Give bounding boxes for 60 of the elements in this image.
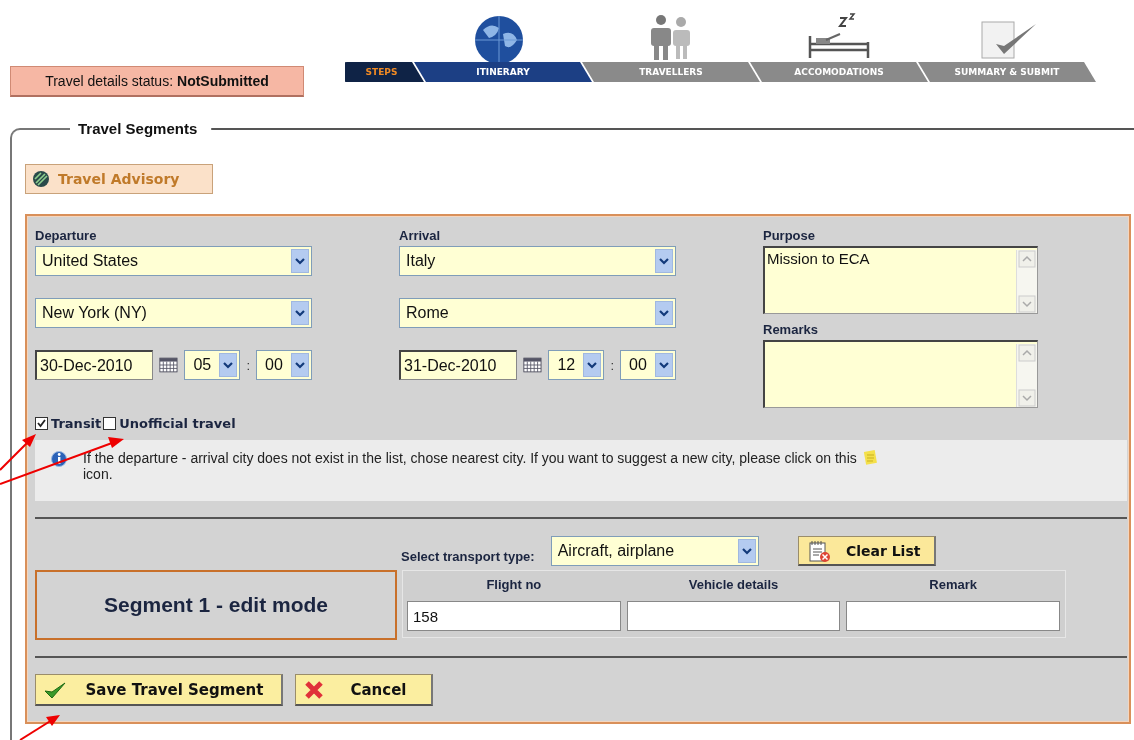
city-select[interactable]: New York (NY): [35, 298, 312, 328]
scroll-up-icon[interactable]: [1017, 250, 1037, 268]
caret-icon: [583, 353, 602, 377]
time-separator: :: [610, 357, 614, 373]
info-text: If the departure - arrival city does not exist in the list, chose nearest city. If you want to suggest a new city, please click on this: [83, 450, 857, 466]
caret-icon: [655, 249, 673, 273]
cancel-button[interactable]: Cancel: [295, 674, 433, 706]
caret-icon: [291, 249, 309, 273]
checkbox[interactable]: [103, 416, 117, 430]
clear-list-button[interactable]: Clear List: [797, 536, 936, 566]
caret-icon: [219, 353, 238, 377]
minute-select[interactable]: 00: [620, 350, 676, 380]
date-field[interactable]: 30-Dec-2010: [35, 350, 154, 380]
city-select[interactable]: Rome: [399, 298, 676, 328]
scroll-up-icon[interactable]: [1017, 344, 1037, 362]
minute-select[interactable]: 00: [256, 350, 312, 380]
cross-icon: [304, 679, 324, 700]
pointer-arrow: [19, 715, 60, 740]
caret-icon: [291, 301, 309, 325]
column-header: Flight no: [485, 577, 543, 594]
field-label: Remarks: [763, 322, 819, 339]
country-select[interactable]: United States: [35, 246, 312, 276]
date-field[interactable]: 31-Dec-2010: [399, 350, 518, 380]
transport-select[interactable]: Aircraft, airplane: [550, 536, 759, 566]
scroll-down-icon[interactable]: [1017, 389, 1037, 407]
text-field[interactable]: [626, 601, 841, 631]
info-text: icon.: [83, 466, 114, 482]
hour-select[interactable]: 12: [548, 350, 605, 380]
status-banner: Travel details status: NotSubmitted: [10, 66, 304, 97]
globe-icon: [32, 170, 50, 188]
save-button[interactable]: Save Travel Segment: [35, 674, 283, 706]
scroll-down-icon[interactable]: [1017, 295, 1037, 313]
field-label: Select transport type:: [401, 548, 535, 564]
time-separator: :: [246, 357, 250, 373]
caret-icon: [737, 539, 756, 563]
hour-select[interactable]: 05: [184, 350, 241, 380]
purpose-field[interactable]: Mission to ECA: [763, 246, 1038, 314]
field-label: Arrival: [399, 228, 442, 245]
caret-icon: [291, 353, 309, 377]
step-tab[interactable]: ITINERARY: [414, 62, 592, 82]
checkbox-label: Transit: [51, 415, 102, 431]
column-header: Vehicle details: [687, 577, 780, 594]
column-header: Remark: [928, 577, 979, 594]
country-select[interactable]: Italy: [399, 246, 676, 276]
checkbox-label: Unofficial travel: [119, 415, 236, 431]
remarks-field[interactable]: [763, 340, 1038, 408]
text-field[interactable]: 158: [407, 601, 621, 631]
calendar-icon[interactable]: [159, 356, 179, 374]
section-legend: Travel Segments: [70, 120, 212, 137]
field-value: Mission to ECA: [767, 250, 870, 269]
info-icon: [51, 450, 67, 468]
caret-icon: [655, 353, 673, 377]
checkbox[interactable]: [35, 416, 48, 430]
segment-title: Segment 1 - edit mode: [35, 570, 397, 640]
field-label: Departure: [35, 228, 98, 245]
text-field[interactable]: [846, 601, 1060, 631]
calendar-icon[interactable]: [523, 356, 543, 374]
field-label: Purpose: [763, 228, 816, 245]
caret-icon: [655, 301, 673, 325]
notepad-delete-icon: [806, 538, 831, 563]
